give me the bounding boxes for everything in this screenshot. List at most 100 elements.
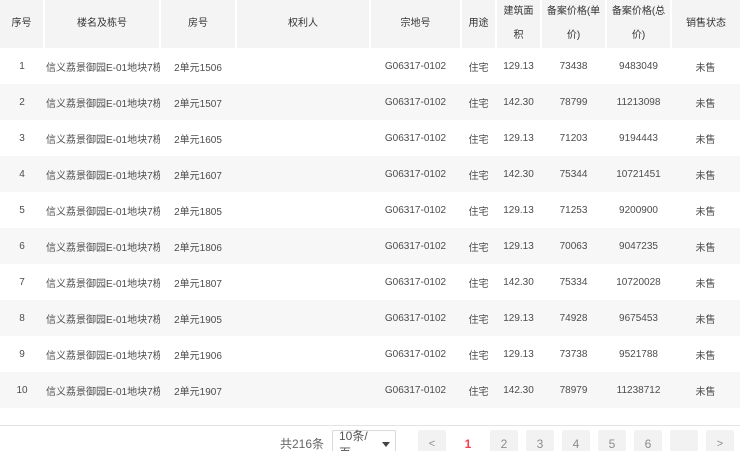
table-cell: 2单元1507 xyxy=(160,84,236,120)
page-ellipsis-button[interactable]: … xyxy=(670,430,698,451)
table-cell: G06317-0102 xyxy=(370,300,461,336)
table-cell: G06317-0102 xyxy=(370,264,461,300)
page-number-button[interactable]: 3 xyxy=(526,430,554,451)
table-cell: 74928 xyxy=(541,300,606,336)
table-cell: 71203 xyxy=(541,120,606,156)
table-cell: 未售 xyxy=(671,84,740,120)
table-cell: 信义荔景御园E-01地块7栋 xyxy=(44,48,160,84)
table-cell: 信义荔景御园E-01地块7栋 xyxy=(44,264,160,300)
table-cell xyxy=(236,120,370,156)
table-cell xyxy=(236,264,370,300)
table-cell: 住宅 xyxy=(461,120,496,156)
table-cell: 10721451 xyxy=(606,156,671,192)
table-cell: 未售 xyxy=(671,336,740,372)
table-cell: 未售 xyxy=(671,372,740,408)
table-row: 3信义荔景御园E-01地块7栋2单元1605 G06317-0102住宅129.1… xyxy=(0,120,740,156)
table-cell: 129.13 xyxy=(496,228,541,264)
chevron-down-icon xyxy=(382,442,390,447)
table-row: 1信义荔景御园E-01地块7栋2单元1506G06317-0102住宅129.1… xyxy=(0,48,740,84)
table-cell: 住宅 xyxy=(461,228,496,264)
table-cell: G06317-0102 xyxy=(370,372,461,408)
table-cell: 信义荔景御园E-01地块7栋 xyxy=(44,120,160,156)
page-size-select[interactable]: 10条/页 xyxy=(332,430,396,451)
table-cell: 2单元1907 xyxy=(160,372,236,408)
table-cell: 2单元1906 xyxy=(160,336,236,372)
table-cell: 10720028 xyxy=(606,264,671,300)
table-row: 5信义荔景御园E-01地块7栋2单元1805G06317-0102住宅129.1… xyxy=(0,192,740,228)
table-cell: 142.30 xyxy=(496,156,541,192)
page-number-button[interactable]: 6 xyxy=(634,430,662,451)
pagination-bar: 共216条 10条/页 < 123456…> xyxy=(0,425,740,451)
table-cell: 78979 xyxy=(541,372,606,408)
table-cell: 未售 xyxy=(671,228,740,264)
table-cell: 2单元1605 xyxy=(160,120,236,156)
table-cell: 住宅 xyxy=(461,192,496,228)
table-cell: 9200900 xyxy=(606,192,671,228)
pager: < 123456 … > xyxy=(410,430,734,451)
table-cell xyxy=(236,336,370,372)
table-cell: 9047235 xyxy=(606,228,671,264)
table-cell: 住宅 xyxy=(461,84,496,120)
table-cell: 信义荔景御园E-01地块7栋 xyxy=(44,84,160,120)
col-header-owner: 权利人 xyxy=(236,0,370,48)
next-page-button[interactable]: > xyxy=(706,430,734,451)
page-number-button[interactable]: 1 xyxy=(454,430,482,451)
table-cell: 3 xyxy=(0,120,44,156)
table-cell: 1 xyxy=(0,48,44,84)
table-cell: 11238712 xyxy=(606,372,671,408)
table-cell: 8 xyxy=(0,300,44,336)
table-cell: G06317-0102 xyxy=(370,156,461,192)
col-header-sale-status: 销售状态 xyxy=(671,0,740,48)
col-header-index: 序号 xyxy=(0,0,44,48)
table-cell: 2单元1806 xyxy=(160,228,236,264)
table-cell: 2单元1905 xyxy=(160,300,236,336)
table-row: 8信义荔景御园E-01地块7栋2单元1905G06317-0102住宅129.1… xyxy=(0,300,740,336)
table-cell: 未售 xyxy=(671,48,740,84)
table-cell: 信义荔景御园E-01地块7栋 xyxy=(44,228,160,264)
table-cell xyxy=(236,48,370,84)
table-cell: 9483049 xyxy=(606,48,671,84)
table-cell: 129.13 xyxy=(496,120,541,156)
table-row: 4信义荔景御园E-01地块7栋2单元1607G06317-0102住宅142.3… xyxy=(0,156,740,192)
table-cell: 住宅 xyxy=(461,336,496,372)
table-cell: 信义荔景御园E-01地块7栋 xyxy=(44,156,160,192)
page-number-button[interactable]: 5 xyxy=(598,430,626,451)
table-cell xyxy=(236,300,370,336)
col-header-room: 房号 xyxy=(160,0,236,48)
table-cell: 未售 xyxy=(671,120,740,156)
col-header-usage: 用途 xyxy=(461,0,496,48)
table-cell: G06317-0102 xyxy=(370,48,461,84)
table-cell: 73438 xyxy=(541,48,606,84)
table-cell: 2单元1506 xyxy=(160,48,236,84)
col-header-unit-price: 备案价格(单价) xyxy=(541,0,606,48)
table-cell: 75344 xyxy=(541,156,606,192)
page-number-button[interactable]: 2 xyxy=(490,430,518,451)
table-cell: 9 xyxy=(0,336,44,372)
table-cell: G06317-0102 xyxy=(370,192,461,228)
table-cell: G06317-0102 xyxy=(370,228,461,264)
table-cell: 未售 xyxy=(671,300,740,336)
table-cell: 住宅 xyxy=(461,156,496,192)
table-cell: 9675453 xyxy=(606,300,671,336)
table-row: 7信义荔景御园E-01地块7栋2单元1807G06317-0102住宅142.3… xyxy=(0,264,740,300)
table-cell: 73738 xyxy=(541,336,606,372)
table-cell: 7 xyxy=(0,264,44,300)
table-header-row: 序号 楼名及栋号 房号 权利人 宗地号 用途 建筑面积 备案价格(单价) 备案价… xyxy=(0,0,740,48)
table-cell: 2单元1807 xyxy=(160,264,236,300)
table-cell: 9194443 xyxy=(606,120,671,156)
table-cell: 75334 xyxy=(541,264,606,300)
table-cell xyxy=(236,84,370,120)
table-cell: 9521788 xyxy=(606,336,671,372)
table-cell xyxy=(236,156,370,192)
page-size-value: 10条/页 xyxy=(339,427,379,451)
page-number-button[interactable]: 4 xyxy=(562,430,590,451)
prev-page-button[interactable]: < xyxy=(418,430,446,451)
table-cell: 2 xyxy=(0,84,44,120)
table-row: 9信义荔景御园E-01地块7栋2单元1906G06317-0102住宅129.1… xyxy=(0,336,740,372)
table-cell: 6 xyxy=(0,228,44,264)
table-cell: G06317-0102 xyxy=(370,84,461,120)
col-header-building: 楼名及栋号 xyxy=(44,0,160,48)
table-cell: G06317-0102 xyxy=(370,120,461,156)
table-cell: 70063 xyxy=(541,228,606,264)
col-header-total-price: 备案价格(总价) xyxy=(606,0,671,48)
